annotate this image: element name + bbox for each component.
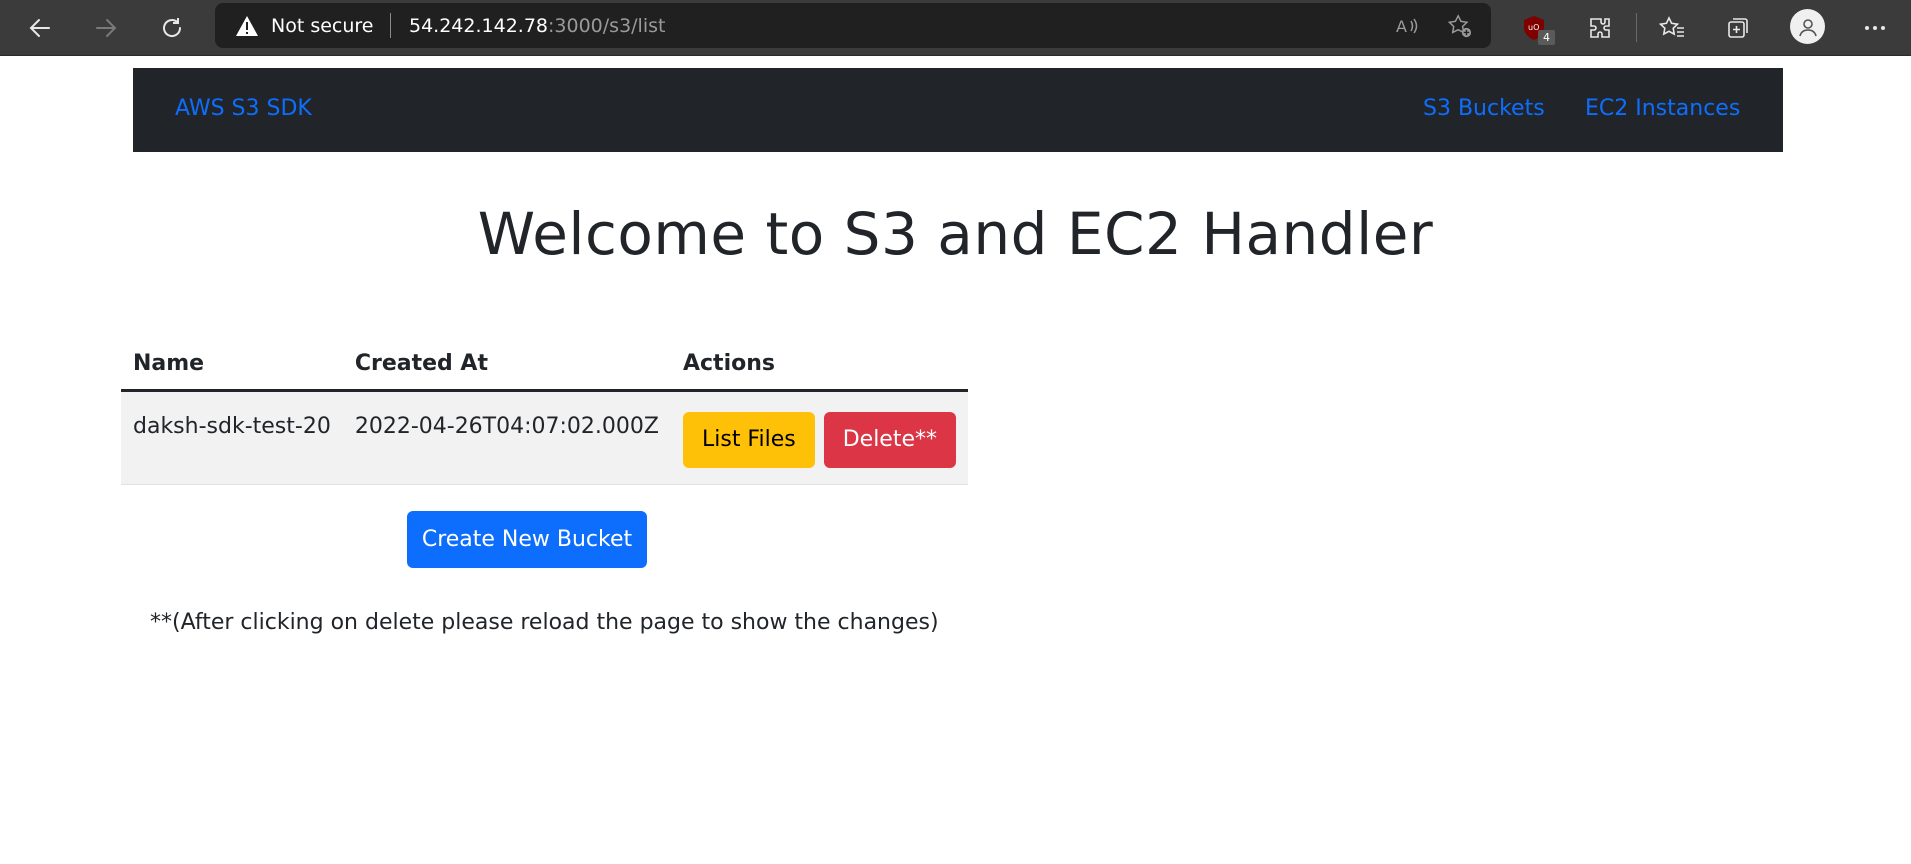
navbar: AWS S3 SDK S3 Buckets EC2 Instances [133, 68, 1783, 152]
browser-toolbar: Not secure 54.242.142.78:3000/s3/list A … [0, 0, 1911, 56]
bucket-created-at-cell: 2022-04-26T04:07:02.000Z [342, 390, 671, 485]
address-divider [390, 13, 391, 38]
nav-link-s3-buckets[interactable]: S3 Buckets [1423, 96, 1545, 121]
extensions-icon[interactable] [1582, 10, 1618, 46]
back-icon [29, 19, 50, 37]
table-row: daksh-sdk-test-20 2022-04-26T04:07:02.00… [121, 390, 969, 485]
warning-icon [235, 15, 259, 41]
url-path: :3000/s3/list [548, 15, 666, 37]
toolbar-divider [1636, 13, 1637, 42]
profile-icon[interactable] [1790, 9, 1825, 44]
svg-text:A: A [1396, 17, 1407, 36]
url-text[interactable]: 54.242.142.78:3000/s3/list [409, 15, 665, 37]
bucket-actions-cell: List Files Delete** [670, 390, 969, 485]
add-favorite-icon[interactable] [1448, 14, 1472, 38]
table-header: Name Created At Actions [121, 338, 969, 392]
refresh-button[interactable] [152, 8, 192, 48]
address-bar[interactable]: Not secure 54.242.142.78:3000/s3/list A [215, 3, 1491, 48]
buckets-table: Name Created At Actions daksh-sdk-test-2… [121, 338, 969, 485]
column-header-name: Name [121, 338, 343, 392]
create-new-bucket-button[interactable]: Create New Bucket [407, 511, 647, 568]
nav-link-ec2-instances[interactable]: EC2 Instances [1585, 96, 1740, 121]
not-secure-label[interactable]: Not secure [271, 15, 374, 37]
refresh-icon [163, 18, 182, 37]
forward-icon [96, 19, 117, 37]
delete-reload-note: **(After clicking on delete please reloa… [150, 610, 939, 635]
list-files-button[interactable]: List Files [682, 411, 815, 468]
favorites-icon[interactable] [1654, 10, 1690, 46]
column-header-actions: Actions [670, 338, 969, 392]
ublock-badge: 4 [1538, 30, 1555, 45]
back-button[interactable] [20, 8, 60, 48]
forward-button[interactable] [86, 8, 126, 48]
more-icon[interactable] [1857, 10, 1893, 46]
column-header-created-at: Created At [342, 338, 671, 392]
navbar-brand[interactable]: AWS S3 SDK [175, 96, 312, 121]
table-header-row: Name Created At Actions [121, 338, 969, 392]
read-aloud-icon[interactable]: A [1395, 14, 1419, 38]
bucket-name-cell: daksh-sdk-test-20 [121, 390, 343, 485]
url-host: 54.242.142.78 [409, 15, 549, 37]
delete-button[interactable]: Delete** [823, 411, 957, 468]
page-title: Welcome to S3 and EC2 Handler [477, 200, 1434, 268]
collections-icon[interactable] [1720, 10, 1756, 46]
